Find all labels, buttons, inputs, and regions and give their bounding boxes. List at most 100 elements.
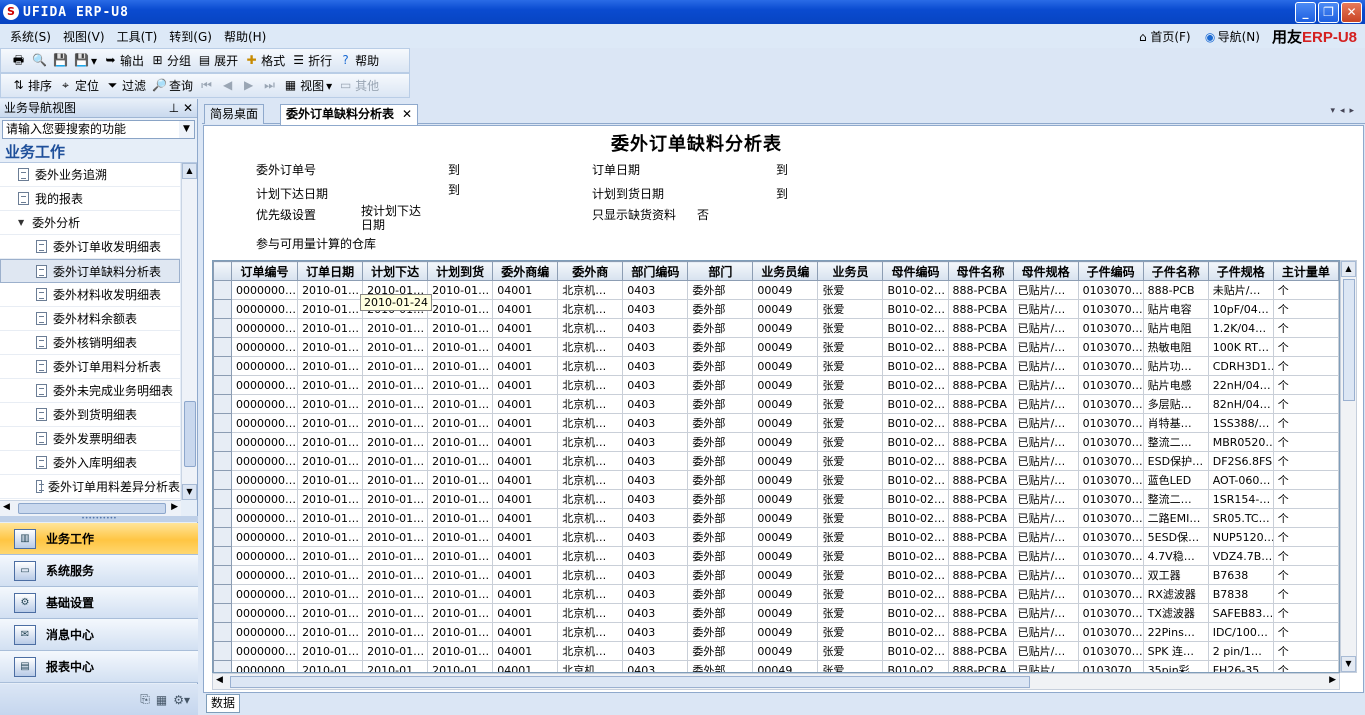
menu-system[interactable]: 系统(S) (4, 28, 57, 45)
scroll-thumb[interactable] (184, 401, 196, 467)
table-cell[interactable]: 0403 (622, 470, 689, 490)
table-cell[interactable]: 未贴片/… (1207, 280, 1274, 300)
sort-button[interactable]: ⇅ 排序 (9, 77, 54, 94)
table-cell[interactable]: 个 (1272, 565, 1339, 585)
table-cell[interactable]: 委外部 (687, 584, 754, 604)
table-cell[interactable]: 04001 (492, 489, 559, 509)
table-row[interactable]: 0000000…2010-01…2010-01…2010-01…04001北京机… (213, 660, 1339, 672)
output-button[interactable]: ➥ 输出 (101, 52, 146, 69)
table-cell[interactable]: 0103070… (1077, 432, 1144, 452)
table-cell[interactable]: 888-PCBA (947, 622, 1014, 642)
table-cell[interactable]: 北京机… (557, 508, 624, 528)
table-cell[interactable]: 2010-01… (297, 622, 364, 642)
table-cell[interactable]: 0103070… (1077, 337, 1144, 357)
table-cell[interactable]: 2010-01… (297, 546, 364, 566)
table-cell[interactable]: 2010-01… (297, 508, 364, 528)
table-cell[interactable]: 888-PCBA (947, 318, 1014, 338)
table-cell[interactable]: 00049 (752, 565, 819, 585)
table-cell[interactable]: 0000000… (231, 280, 299, 300)
table-cell[interactable]: 已贴片/… (1012, 413, 1079, 433)
table-cell[interactable]: AOT-060… (1207, 470, 1274, 490)
table-cell[interactable]: CDRH3D1… (1207, 356, 1274, 376)
column-header[interactable]: 部门编码 (622, 261, 689, 281)
table-cell[interactable]: B010-02… (882, 584, 949, 604)
table-cell[interactable]: 04001 (492, 375, 559, 395)
table-cell[interactable]: 北京机… (557, 489, 624, 509)
table-cell[interactable]: 委外部 (687, 375, 754, 395)
row-header[interactable] (213, 413, 233, 433)
section-basic-settings[interactable]: ⚙ 基础设置 (0, 587, 198, 619)
table-row[interactable]: 0000000…2010-01…2010-01…2010-01…04001北京机… (213, 375, 1339, 395)
table-cell[interactable]: DF2S6.8FS (1207, 451, 1274, 471)
table-cell[interactable]: 张爱 (817, 565, 884, 585)
row-header[interactable] (213, 660, 233, 672)
table-cell[interactable]: 00049 (752, 641, 819, 661)
table-row[interactable]: 0000000…2010-01…2010-01…2010-01…04001北京机… (213, 565, 1339, 585)
table-cell[interactable]: 已贴片/… (1012, 489, 1079, 509)
table-cell[interactable]: 888-PCBA (947, 432, 1014, 452)
row-header[interactable] (213, 394, 233, 414)
table-cell[interactable]: 1SR154-… (1207, 489, 1274, 509)
table-cell[interactable]: 888-PCBA (947, 527, 1014, 547)
table-cell[interactable]: 0000000… (231, 394, 299, 414)
splitter-grip[interactable]: •••••••••• (0, 516, 198, 522)
table-cell[interactable]: 0403 (622, 565, 689, 585)
help-button[interactable]: ? 帮助 (336, 52, 381, 69)
table-cell[interactable]: SPK 连… (1142, 641, 1209, 661)
table-cell[interactable]: 张爱 (817, 660, 884, 672)
table-cell[interactable]: 张爱 (817, 413, 884, 433)
row-header[interactable] (213, 565, 233, 585)
table-cell[interactable]: 0000000… (231, 489, 299, 509)
table-cell[interactable]: 2010-01… (297, 375, 364, 395)
table-cell[interactable]: 82nH/04… (1207, 394, 1274, 414)
nav-item[interactable]: 委外入库明细表 (0, 451, 180, 475)
table-cell[interactable]: 0000000… (231, 584, 299, 604)
table-cell[interactable]: 个 (1272, 318, 1339, 338)
table-cell[interactable]: 个 (1272, 432, 1339, 452)
column-header[interactable]: 母件规格 (1012, 261, 1079, 281)
table-row[interactable]: 0000000…2010-01…2010-01…2010-01…04001北京机… (213, 318, 1339, 338)
calendar-icon[interactable]: ▦ (156, 693, 167, 707)
table-cell[interactable]: 2010-01… (427, 584, 494, 604)
table-cell[interactable]: B010-02… (882, 660, 949, 672)
nav-item-selected[interactable]: 委外订单缺料分析表 (0, 259, 180, 283)
other-button[interactable]: ▭ 其他 (336, 77, 381, 94)
table-cell[interactable]: 00049 (752, 622, 819, 642)
table-cell[interactable]: 已贴片/… (1012, 299, 1079, 319)
table-cell[interactable]: 2010-01… (427, 546, 494, 566)
filter-button[interactable]: ⏷ 过滤 (103, 77, 148, 94)
table-cell[interactable]: 0103070… (1077, 565, 1144, 585)
table-cell[interactable]: 0000000… (231, 565, 299, 585)
table-cell[interactable]: 0000000… (231, 508, 299, 528)
table-cell[interactable]: 888-PCBA (947, 641, 1014, 661)
table-cell[interactable]: 委外部 (687, 660, 754, 672)
nav-item[interactable]: 委外发票明细表 (0, 427, 180, 451)
table-cell[interactable]: 0403 (622, 299, 689, 319)
table-cell[interactable]: 张爱 (817, 375, 884, 395)
table-cell[interactable]: B010-02… (882, 337, 949, 357)
table-cell[interactable]: 多层贴… (1142, 394, 1209, 414)
table-cell[interactable]: 0103070… (1077, 375, 1144, 395)
table-cell[interactable]: 张爱 (817, 584, 884, 604)
table-cell[interactable]: B010-02… (882, 432, 949, 452)
table-cell[interactable]: 个 (1272, 603, 1339, 623)
table-cell[interactable]: 委外部 (687, 641, 754, 661)
scroll-thumb[interactable] (18, 503, 166, 514)
table-cell[interactable]: 委外部 (687, 451, 754, 471)
nav-link[interactable]: ◉ 导航(N) (1203, 28, 1260, 45)
table-cell[interactable]: 2010-01… (362, 603, 429, 623)
scroll-down-icon[interactable]: ▼ (182, 484, 197, 500)
table-cell[interactable]: 已贴片/… (1012, 375, 1079, 395)
table-cell[interactable]: B010-02… (882, 641, 949, 661)
table-cell[interactable]: 00049 (752, 660, 819, 672)
table-cell[interactable]: 已贴片/… (1012, 565, 1079, 585)
table-cell[interactable]: 2010-01… (427, 337, 494, 357)
table-cell[interactable]: 双工器 (1142, 565, 1209, 585)
table-cell[interactable]: 00049 (752, 356, 819, 376)
table-cell[interactable]: 00049 (752, 394, 819, 414)
menu-tools[interactable]: 工具(T) (111, 28, 164, 45)
table-cell[interactable]: 张爱 (817, 470, 884, 490)
table-cell[interactable]: B010-02… (882, 546, 949, 566)
table-cell[interactable]: 0403 (622, 508, 689, 528)
table-cell[interactable]: 已贴片/… (1012, 508, 1079, 528)
